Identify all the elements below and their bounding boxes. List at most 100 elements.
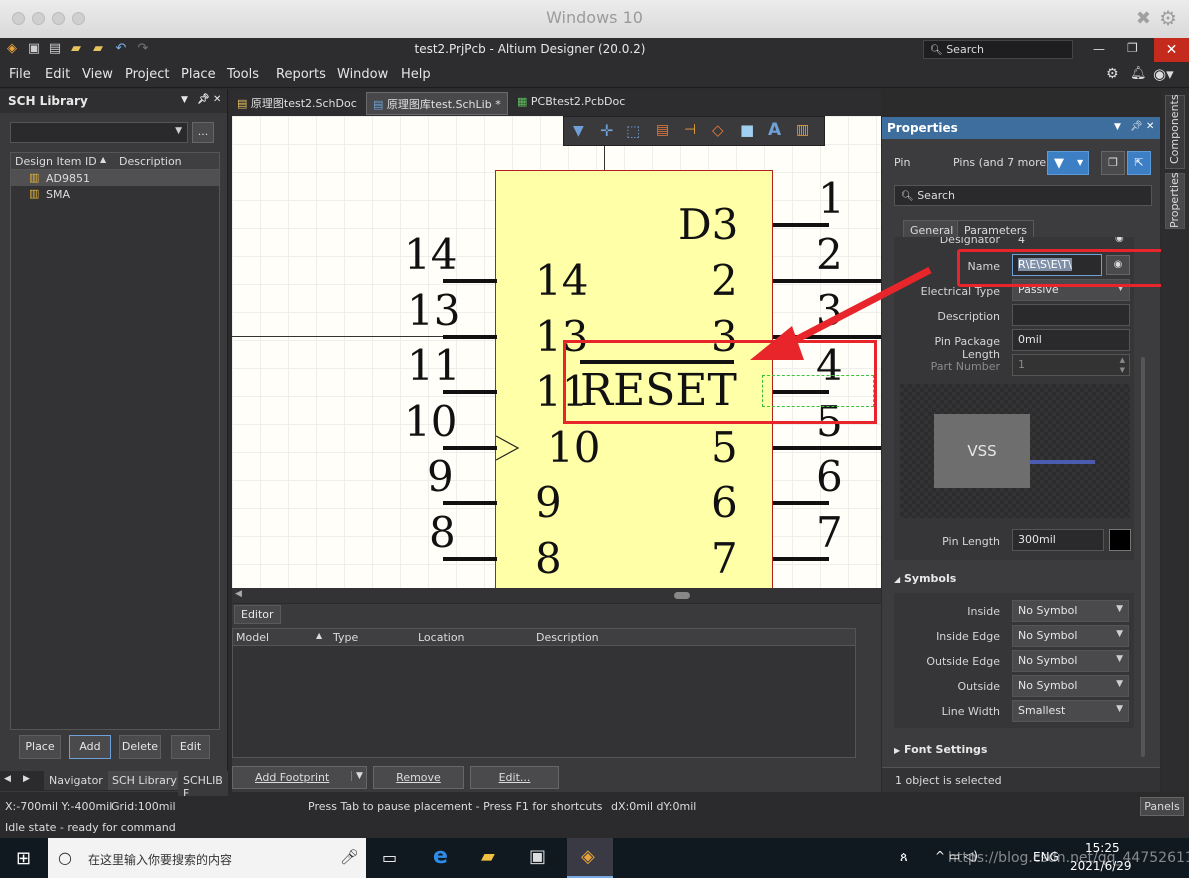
menu-reports[interactable]: Reports — [276, 67, 326, 82]
pin-5[interactable] — [773, 446, 881, 450]
scroll-left-icon[interactable]: ◀ — [235, 589, 242, 599]
wire[interactable] — [604, 146, 605, 170]
file-explorer-icon[interactable]: ▰ — [481, 846, 495, 867]
menu-file[interactable]: File — [9, 67, 31, 82]
font-settings-section-header[interactable]: ▶ Font Settings — [894, 743, 987, 756]
fill-icon[interactable]: ◇ — [712, 121, 724, 139]
rectangle-icon[interactable]: ■ — [740, 121, 754, 139]
panel-close-icon[interactable]: ✕ — [1146, 121, 1154, 132]
col-description[interactable]: Description — [119, 155, 182, 168]
user-account-icon[interactable]: ◉▾ — [1153, 65, 1174, 83]
altium-taskbar-app[interactable]: ◈ — [567, 838, 613, 878]
select-mode-icon[interactable]: ⇱ — [1127, 151, 1151, 175]
properties-scrollbar[interactable] — [1141, 357, 1145, 757]
menu-edit[interactable]: Edit — [45, 67, 70, 82]
tab-scroll-left-icon[interactable]: ◀ — [4, 774, 11, 784]
pin-11[interactable] — [443, 390, 497, 394]
symbol-outside-select[interactable]: No Symbol — [1012, 675, 1129, 697]
remove-button[interactable]: Remove — [373, 766, 464, 789]
menu-help[interactable]: Help — [401, 67, 431, 82]
pin-package-length-field[interactable]: 0mil — [1012, 329, 1130, 351]
menu-view[interactable]: View — [82, 67, 113, 82]
canvas-hscroll[interactable]: ◀ — [232, 588, 881, 603]
tab-pcbdoc[interactable]: ▦ PCBtest2.PcbDoc — [511, 92, 631, 115]
dropdown-arrow-icon[interactable]: ▼ — [351, 771, 363, 781]
pin-8[interactable] — [443, 557, 497, 561]
save-icon[interactable]: ▣ — [26, 41, 42, 57]
panel-menu-icon[interactable]: ▼ — [1114, 122, 1121, 132]
menu-tools[interactable]: Tools — [227, 67, 259, 82]
task-view-icon[interactable]: ▭ — [382, 848, 397, 867]
pin-color-swatch[interactable] — [1109, 529, 1131, 551]
component-part-icon[interactable]: ▥ — [796, 122, 809, 138]
add-button[interactable]: Add — [69, 735, 111, 759]
open-project-icon[interactable]: ▰ — [90, 41, 106, 57]
menu-window[interactable]: Window — [337, 67, 388, 82]
delete-button[interactable]: Delete — [119, 735, 161, 759]
notification-bell-icon[interactable]: 🔔︎ — [1130, 66, 1147, 81]
filter-icon[interactable]: ▼ — [573, 123, 584, 139]
col-design-item-id[interactable]: Design Item ID — [15, 155, 97, 168]
settings-gear-icon[interactable]: ⚙ — [1106, 66, 1119, 82]
tab-properties[interactable]: Properties — [1165, 172, 1185, 229]
symbol-inside-select[interactable]: No Symbol — [1012, 600, 1129, 622]
pin-place-icon[interactable]: ⊣ — [684, 122, 696, 138]
description-field[interactable] — [1012, 304, 1130, 326]
wire[interactable] — [232, 336, 444, 337]
wrench-icon[interactable]: ✖ — [1136, 8, 1151, 29]
minimize-icon[interactable]: — — [1093, 42, 1105, 56]
edit-model-button[interactable]: Edit... — [470, 766, 559, 789]
gear-icon[interactable]: ⚙ — [1159, 6, 1177, 30]
tab-navigator[interactable]: Navigator — [44, 771, 108, 790]
menu-project[interactable]: Project — [125, 67, 169, 82]
pin-14[interactable] — [443, 279, 497, 283]
designator-value[interactable]: 4 — [1018, 237, 1025, 246]
symbol-inside-edge-select[interactable]: No Symbol — [1012, 625, 1129, 647]
properties-search-input[interactable]: 🔍︎ Search — [894, 185, 1152, 206]
panels-button[interactable]: Panels — [1140, 797, 1184, 816]
panel-menu-icon[interactable]: ▼ — [181, 95, 188, 105]
place-button[interactable]: Place — [19, 735, 61, 759]
copy-icon[interactable]: ❐ — [1101, 151, 1125, 175]
open-icon[interactable]: ▰ — [68, 41, 84, 57]
list-item[interactable]: ▥ SMA — [11, 186, 219, 202]
align-icon[interactable]: ▤ — [656, 122, 669, 138]
text-icon[interactable]: A — [768, 120, 781, 140]
object-filter-button[interactable]: ▼ ▼ — [1047, 151, 1089, 175]
tab-scroll-right-icon[interactable]: ▶ — [23, 774, 30, 784]
pin-icon[interactable]: 📌︎ — [1130, 121, 1143, 132]
edge-browser-icon[interactable]: e — [433, 844, 448, 869]
tab-schlib[interactable]: ▤ 原理图库test.SchLib * — [366, 92, 508, 115]
store-icon[interactable]: ▣ — [529, 846, 546, 867]
undo-icon[interactable]: ↶ — [113, 41, 129, 57]
windows-start-icon[interactable]: ⊞ — [16, 848, 31, 869]
scroll-thumb[interactable] — [674, 592, 690, 599]
close-icon[interactable]: ✕ — [1154, 38, 1189, 62]
edit-button[interactable]: Edit — [171, 735, 210, 759]
global-search-input[interactable]: 🔍︎ Search — [923, 40, 1073, 59]
col-location[interactable]: Location — [418, 631, 465, 644]
line-width-select[interactable]: Smallest — [1012, 700, 1129, 722]
pin-13[interactable] — [443, 335, 497, 339]
library-filter-dropdown[interactable] — [10, 122, 188, 143]
save-all-icon[interactable]: ▤ — [47, 41, 63, 57]
panel-close-icon[interactable]: ✕ — [213, 94, 221, 105]
taskbar-search-box[interactable]: ○ 在这里输入你要搜索的内容 🎤︎ — [48, 838, 366, 878]
restore-icon[interactable]: ❐ — [1127, 41, 1138, 55]
col-description[interactable]: Description — [536, 631, 599, 644]
tab-schdoc[interactable]: ▤ 原理图test2.SchDoc — [231, 92, 363, 115]
pin-10[interactable] — [443, 446, 497, 450]
tab-sch-library[interactable]: SCH Library — [108, 771, 181, 790]
browse-button[interactable]: ... — [192, 122, 214, 143]
redo-icon[interactable]: ↷ — [135, 41, 151, 57]
editor-tab[interactable]: Editor — [234, 605, 281, 624]
pin-9[interactable] — [443, 501, 497, 505]
move-icon[interactable]: ✛ — [600, 121, 613, 140]
col-type[interactable]: Type — [333, 631, 358, 644]
visibility-eye-icon[interactable]: ◉ — [1115, 237, 1124, 244]
col-model[interactable]: Model — [236, 631, 269, 644]
symbol-outside-edge-select[interactable]: No Symbol — [1012, 650, 1129, 672]
pin-icon[interactable]: 📌︎ — [197, 94, 210, 105]
pin-6[interactable] — [773, 501, 829, 505]
list-item[interactable]: ▥ AD9851 — [11, 170, 219, 186]
